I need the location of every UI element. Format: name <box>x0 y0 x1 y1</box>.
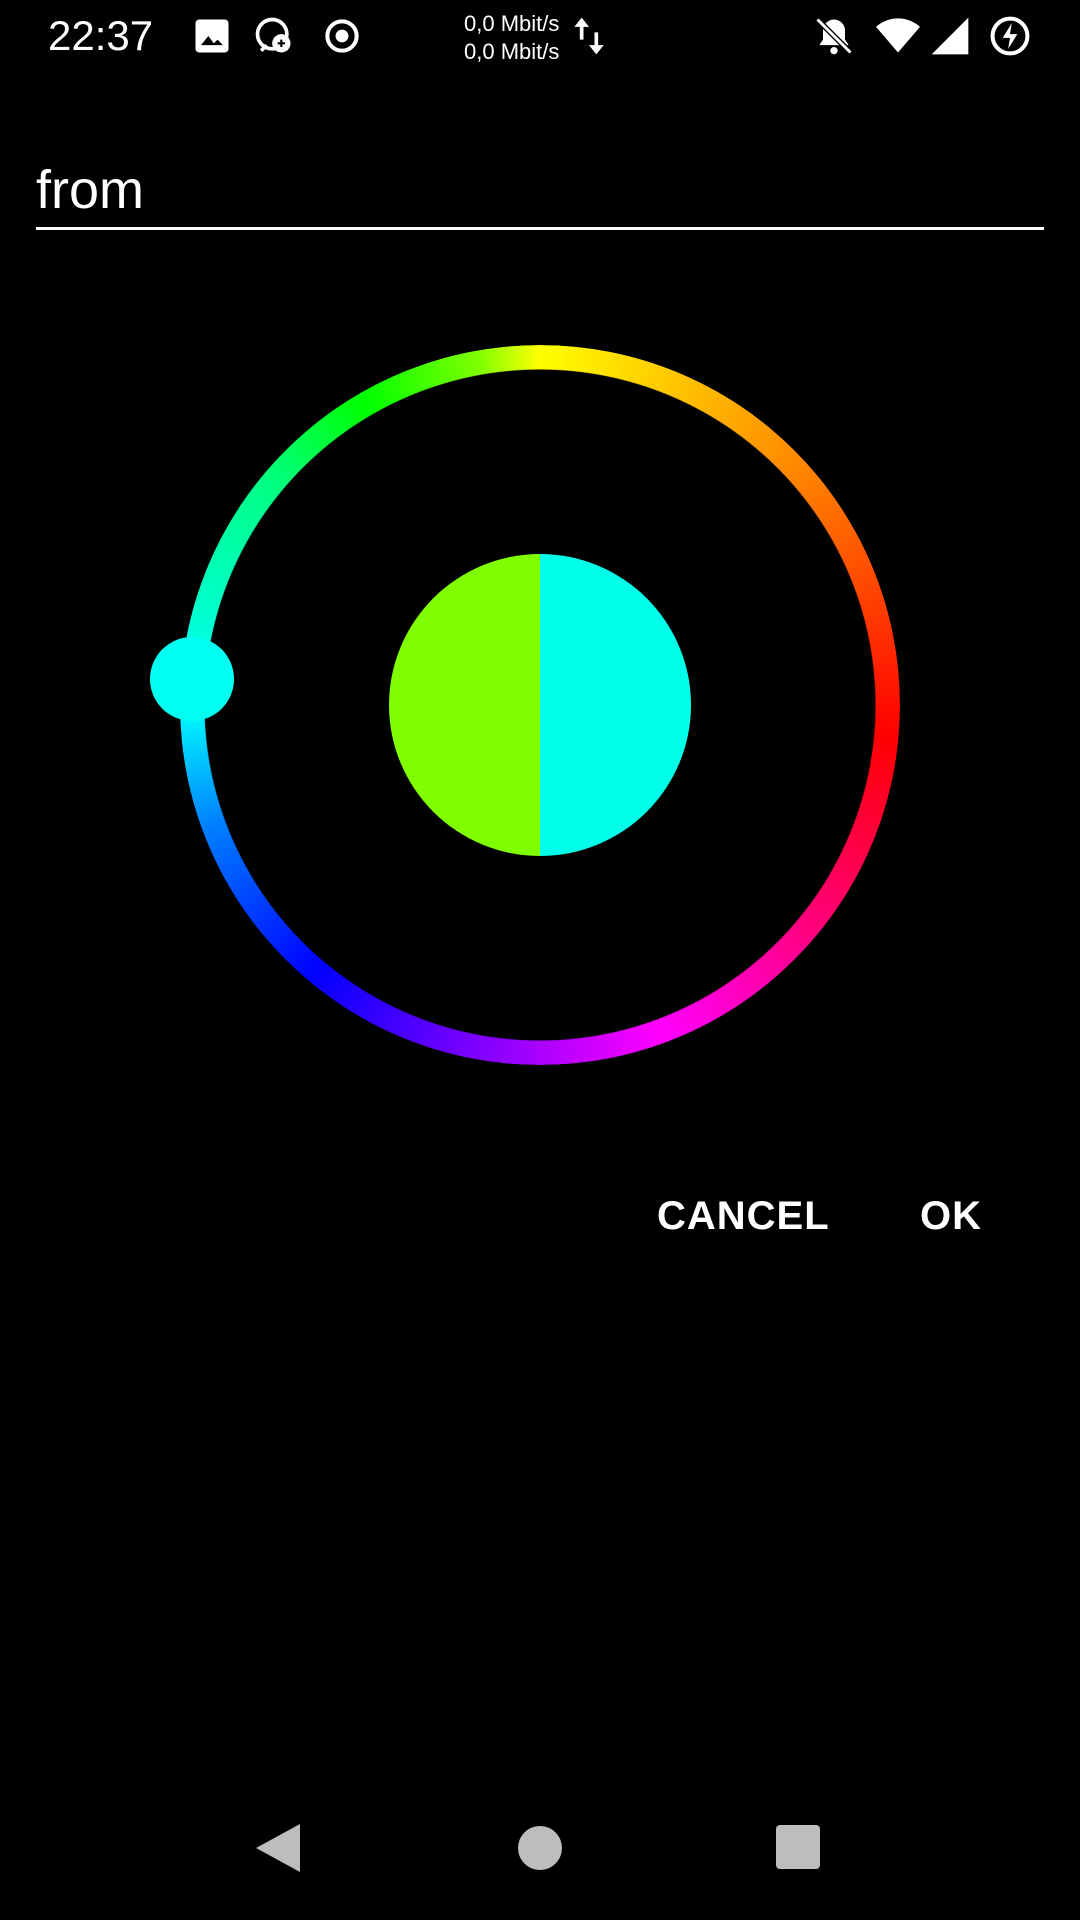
record-icon <box>325 19 359 53</box>
color-preview <box>389 554 691 856</box>
title-input[interactable]: from <box>36 150 1044 230</box>
navigation-bar <box>0 1800 1080 1920</box>
color-wheel-handle[interactable] <box>150 637 234 721</box>
back-icon[interactable] <box>254 1822 304 1874</box>
network-speed: 0,0 Mbit/s 0,0 Mbit/s <box>464 10 559 66</box>
recents-icon[interactable] <box>776 1825 820 1869</box>
battery-charging-icon <box>990 16 1030 56</box>
wifi-icon <box>876 18 920 53</box>
signal-icon <box>931 17 969 55</box>
cancel-button[interactable]: CANCEL <box>657 1190 830 1242</box>
notifications-off-icon <box>815 17 853 55</box>
status-time: 22:37 <box>48 12 154 59</box>
image-icon <box>195 19 229 53</box>
status-bar: 22:37 0,0 Mbit/s 0,0 Mbit/s <box>0 0 1080 72</box>
title-input-value[interactable]: from <box>36 160 144 220</box>
data-arrows-icon <box>574 17 604 55</box>
home-icon[interactable] <box>518 1826 562 1870</box>
network-download-speed: 0,0 Mbit/s <box>464 39 560 64</box>
color-picker[interactable] <box>150 345 900 1065</box>
network-upload-speed: 0,0 Mbit/s <box>464 11 560 36</box>
ok-button[interactable]: OK <box>920 1190 982 1242</box>
selected-color-swatch <box>540 554 691 856</box>
previous-color-swatch <box>389 554 540 856</box>
messenger-icon <box>255 17 291 53</box>
